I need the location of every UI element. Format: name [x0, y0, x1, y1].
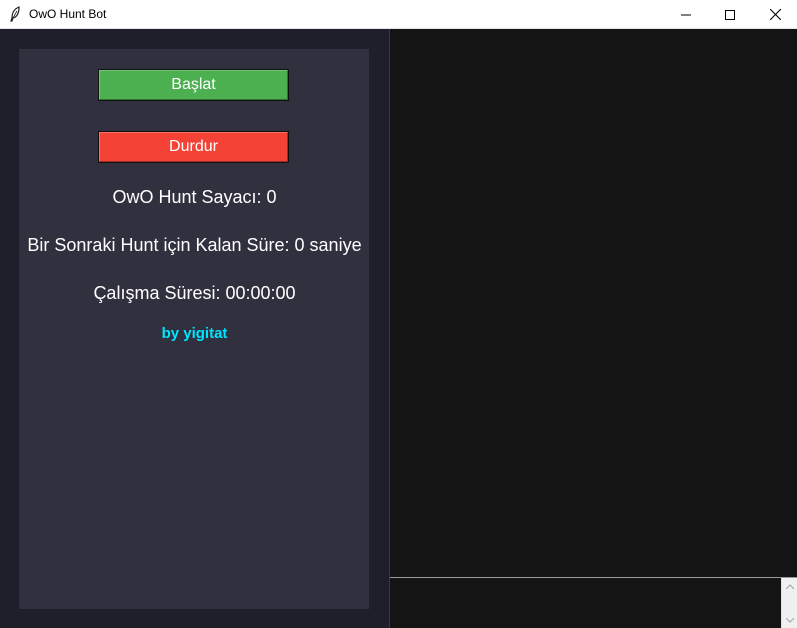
scroll-up-icon[interactable]	[782, 578, 797, 594]
stop-button[interactable]: Durdur	[98, 131, 289, 163]
feather-icon	[9, 6, 21, 22]
close-icon	[769, 9, 781, 20]
remaining-time-label: Bir Sonraki Hunt için Kalan Süre: 0 sani…	[27, 235, 362, 255]
log-scrollbar[interactable]	[781, 578, 797, 628]
uptime-label: Çalışma Süresi: 00:00:00	[93, 283, 296, 303]
app-window: OwO Hunt Bot Başlat Durdur OwO Hunt Saya…	[0, 0, 797, 628]
close-button[interactable]	[752, 0, 797, 29]
output-area[interactable]	[390, 29, 797, 577]
maximize-icon	[725, 9, 735, 20]
title-bar[interactable]: OwO Hunt Bot	[0, 0, 797, 29]
maximize-button[interactable]	[707, 0, 753, 29]
minimize-icon	[681, 14, 691, 15]
start-button[interactable]: Başlat	[98, 69, 289, 101]
window-title: OwO Hunt Bot	[29, 7, 107, 21]
credit-label: by yigitat	[161, 325, 228, 342]
hunt-counter-label: OwO Hunt Sayacı: 0	[112, 187, 277, 207]
log-textbox[interactable]	[390, 578, 781, 628]
scroll-down-icon[interactable]	[782, 612, 797, 628]
minimize-button[interactable]	[663, 0, 709, 29]
